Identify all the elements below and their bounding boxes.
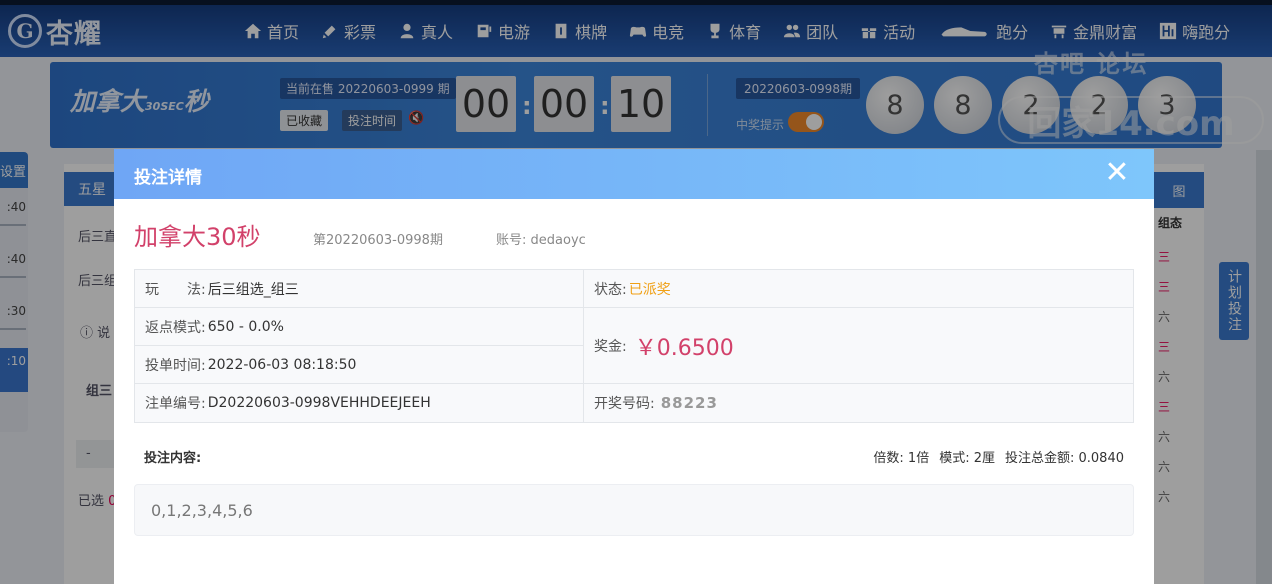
prize-cell: 奖金: ￥0.6500 (584, 308, 1133, 383)
close-icon[interactable]: ✕ (1102, 158, 1132, 189)
draw-number-value: 88223 (660, 394, 718, 412)
play-method-cell: 玩 法: 后三组选_组三 (135, 270, 583, 307)
bet-time-cell: 投单时间: 2022-06-03 08:18:50 (135, 346, 583, 383)
prize-label: 奖金: (594, 338, 627, 355)
prize-value: ￥0.6500 (634, 335, 734, 361)
multiple-value: 倍数: 1倍 (873, 451, 930, 466)
draw-number-label: 开奖号码: (594, 396, 655, 412)
status-value: 已派奖 (628, 281, 671, 298)
rebate-value: 650 - 0.0% (207, 318, 284, 335)
issue-number: 第20220603-0998期 (313, 233, 443, 248)
account-value: dedaoyc (530, 233, 586, 248)
bet-content-label: 投注内容: (144, 451, 202, 466)
lottery-name: 加拿大30秒 (134, 223, 261, 251)
grid-divider (135, 307, 1133, 308)
grid-divider (583, 270, 584, 422)
bet-time-label: 投单时间: (145, 357, 206, 374)
bet-summary: 倍数: 1倍 模式: 2厘 投注总金额: 0.0840 (873, 447, 1124, 466)
status-cell: 状态: 已派奖 (584, 270, 1133, 307)
grid-divider (135, 383, 1133, 384)
draw-number-cell: 开奖号码: 88223 (584, 384, 1133, 422)
modal-title: 投注详情 (134, 168, 202, 188)
bet-content-box: 0,1,2,3,4,5,6 (134, 484, 1134, 536)
play-method-label: 玩 法: (145, 281, 206, 298)
rebate-label: 返点模式: (145, 319, 206, 336)
rebate-cell: 返点模式: 650 - 0.0% (135, 308, 583, 345)
play-method-value: 后三组选_组三 (207, 281, 299, 298)
total-amount: 投注总金额: 0.0840 (1005, 451, 1124, 466)
account-label: 账号: (496, 233, 527, 248)
mode-value: 模式: 2厘 (939, 451, 995, 466)
order-label: 注单编号: (145, 396, 206, 412)
modal-header: 投注详情 ✕ (114, 149, 1154, 199)
order-cell: 注单编号: D20220603-0998VEHHDEEJEEH (135, 384, 583, 422)
account-info: 账号: dedaoyc (496, 229, 586, 248)
bet-detail-modal: 投注详情 ✕ 加拿大30秒 第20220603-0998期 账号: dedaoy… (114, 149, 1154, 584)
bet-time-value: 2022-06-03 08:18:50 (207, 356, 357, 373)
grid-divider (135, 345, 583, 346)
status-label: 状态: (594, 281, 627, 298)
order-value: D20220603-0998VEHHDEEJEEH (207, 395, 431, 411)
bet-info-grid: 玩 法: 后三组选_组三 状态: 已派奖 返点模式: 650 - 0.0% 投单… (134, 269, 1134, 423)
